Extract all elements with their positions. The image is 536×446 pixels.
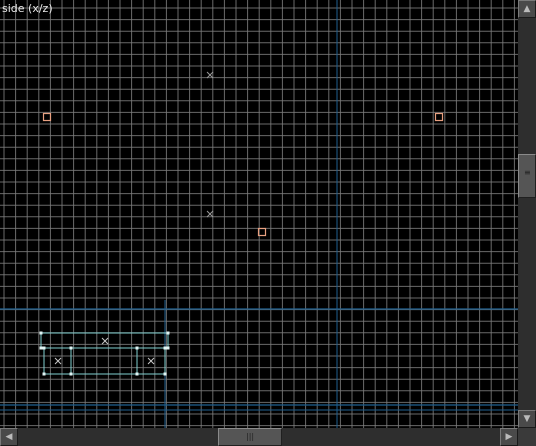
vertical-scroll-thumb[interactable]: ≡	[518, 154, 536, 198]
view-label: side (x/z)	[2, 2, 53, 15]
vertex-handle	[166, 346, 170, 350]
vertex-handle	[163, 372, 167, 376]
vertex-handle	[69, 372, 73, 376]
triangle-right-icon: ▶	[505, 432, 513, 442]
scroll-left-button[interactable]: ◀	[0, 428, 18, 446]
vertex-handle	[135, 346, 139, 350]
vertex-handle	[42, 372, 46, 376]
entity-marker	[434, 112, 444, 122]
vertical-scrollbar[interactable]: ▲ ≡ ▼	[518, 0, 536, 428]
grid-canvas[interactable]	[0, 0, 518, 428]
grip-lines-icon: |||	[246, 432, 255, 441]
entity-marker	[42, 112, 52, 122]
vertex-handle	[69, 346, 73, 350]
horizontal-scroll-thumb[interactable]: |||	[218, 428, 282, 446]
triangle-down-icon: ▼	[523, 414, 531, 424]
scroll-down-button[interactable]: ▼	[518, 410, 536, 428]
horizontal-scrollbar[interactable]: ◀ ||| ▶	[0, 428, 518, 446]
vertex-handle	[163, 346, 167, 350]
scroll-up-button[interactable]: ▲	[518, 0, 536, 18]
scroll-right-button[interactable]: ▶	[500, 428, 518, 446]
triangle-up-icon: ▲	[523, 4, 531, 14]
vertex-handle	[166, 331, 170, 335]
side-viewport[interactable]: side (x/z)	[0, 0, 518, 428]
scrollbar-corner	[518, 428, 536, 446]
grip-lines-icon: ≡	[524, 168, 531, 177]
vertex-handle	[39, 346, 43, 350]
vertex-handle	[135, 372, 139, 376]
vertex-handle	[39, 331, 43, 335]
triangle-left-icon: ◀	[5, 432, 13, 442]
vertex-handle	[42, 346, 46, 350]
